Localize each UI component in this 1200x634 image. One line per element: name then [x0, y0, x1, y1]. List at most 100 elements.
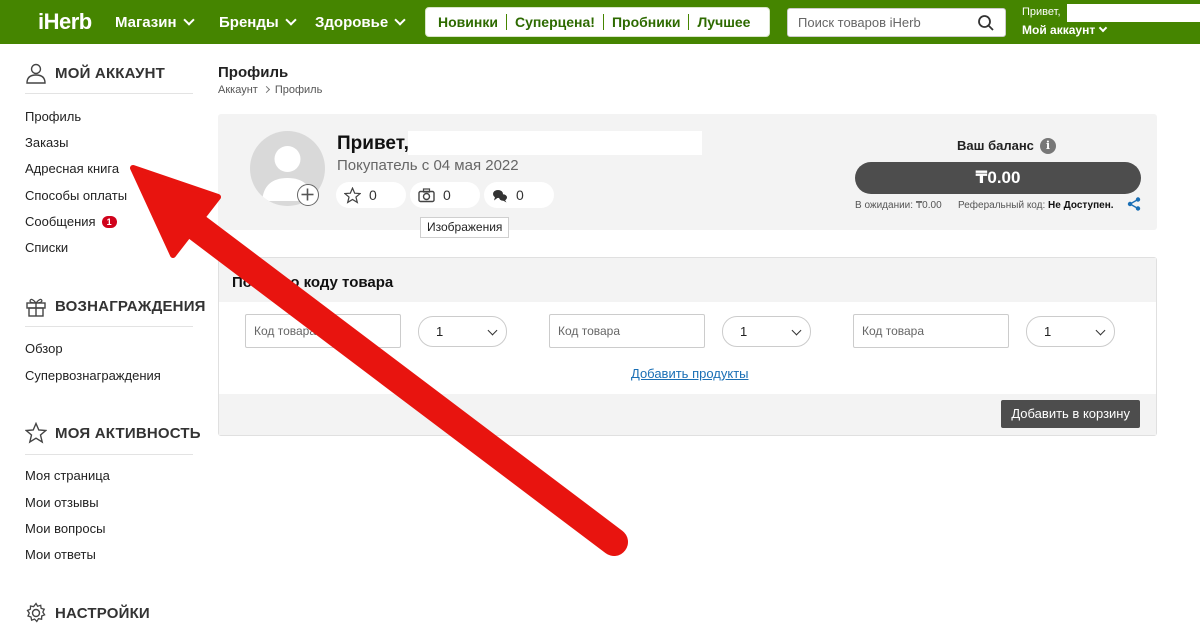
quick-order-header: Поиск по коду товара — [219, 258, 1156, 302]
sidebar-item-orders[interactable]: Заказы — [25, 135, 68, 150]
chevron-down-icon — [487, 325, 498, 336]
referral-code: Реферальный код: Не Доступен. — [958, 200, 1114, 211]
images-tooltip: Изображения — [420, 217, 510, 238]
section-title[interactable]: НАСТРОЙКИ — [55, 605, 150, 622]
breadcrumb: Аккаунт Профиль — [218, 84, 322, 96]
chevron-down-icon — [791, 325, 802, 336]
answers-count-pill[interactable]: 0 — [484, 182, 554, 208]
promo-super-price[interactable]: Суперцена! — [507, 14, 604, 30]
sidebar-item-my-questions[interactable]: Мои вопросы — [25, 521, 105, 536]
sidebar-item-label: Сообщения — [25, 214, 96, 229]
add-to-cart-button[interactable]: Добавить в корзину — [1001, 400, 1140, 428]
breadcrumb-account[interactable]: Аккаунт — [218, 84, 258, 96]
sidebar-item-lists[interactable]: Списки — [25, 240, 68, 255]
add-photo-button[interactable] — [297, 184, 319, 206]
product-code-input[interactable] — [853, 314, 1009, 348]
sidebar-item-super-rewards[interactable]: Супервознаграждения — [25, 368, 161, 383]
nav-health-label: Здоровье — [315, 14, 389, 31]
sidebar-item-my-reviews[interactable]: Мои отзывы — [25, 495, 99, 510]
chevron-down-icon — [1098, 23, 1108, 33]
quick-order-title: Поиск по коду товара — [232, 274, 394, 291]
gear-icon — [26, 602, 46, 623]
nav-health[interactable]: Здоровье — [315, 14, 406, 31]
pending-balance: В ожидании: ₸0.00 — [855, 200, 942, 211]
section-title: МОЯ АКТИВНОСТЬ — [55, 424, 201, 442]
search-icon[interactable] — [977, 14, 995, 32]
gift-icon — [26, 298, 46, 317]
quantity-value: 1 — [1044, 324, 1052, 339]
sidebar-item-address-book[interactable]: Адресная книга — [25, 161, 119, 176]
promo-samples[interactable]: Пробники — [604, 14, 690, 30]
profile-card: Привет, Покупатель с 04 мая 2022 0 0 0 И… — [218, 114, 1157, 238]
add-products-link[interactable]: Добавить продукты — [631, 366, 749, 381]
product-code-input[interactable] — [549, 314, 705, 348]
nav-shop-label: Магазин — [115, 14, 177, 31]
quantity-select[interactable]: 1 — [418, 316, 507, 347]
redacted-username — [1067, 4, 1200, 22]
my-account-label: Мой аккаунт — [1022, 23, 1096, 37]
chevron-down-icon — [1095, 325, 1106, 336]
search-box — [787, 8, 1006, 37]
star-icon — [25, 422, 47, 444]
quantity-value: 1 — [740, 324, 748, 339]
referral-label: Реферальный код: — [958, 200, 1046, 211]
section-my-activity: МОЯ АКТИВНОСТЬ — [25, 422, 201, 444]
referral-value: Не Доступен. — [1048, 200, 1114, 211]
balance-label: Ваш баланс — [957, 138, 1034, 153]
promo-links: Новинки Суперцена! Пробники Лучшее — [425, 7, 770, 37]
chat-bubbles-icon — [493, 189, 507, 202]
quick-order-card: Поиск по коду товара 1 1 1 Добавить прод… — [218, 257, 1157, 436]
section-title: МОЙ АККАУНТ — [55, 64, 166, 82]
balance-button[interactable]: ₸0.00 — [855, 162, 1141, 194]
iherb-logo[interactable]: iHerb — [38, 9, 92, 35]
unread-badge: 1 — [101, 216, 117, 228]
customer-since: Покупатель с 04 мая 2022 — [337, 157, 519, 174]
section-rewards: ВОЗНАГРАЖДЕНИЯ — [25, 295, 206, 317]
chevron-down-icon — [182, 14, 195, 26]
divider — [25, 326, 193, 327]
profile-greeting: Привет, — [337, 133, 409, 154]
user-icon — [26, 63, 46, 84]
share-icon[interactable] — [1127, 197, 1141, 211]
promo-best[interactable]: Лучшее — [689, 14, 758, 30]
search-input[interactable] — [788, 9, 968, 36]
sidebar-item-messages[interactable]: Сообщения 1 — [25, 214, 117, 229]
reviews-count: 0 — [369, 187, 377, 203]
breadcrumb-profile: Профиль — [274, 84, 323, 96]
divider — [25, 93, 193, 94]
info-icon[interactable]: i — [1040, 138, 1056, 154]
divider — [25, 454, 193, 455]
top-navigation-bar: iHerb Магазин Бренды Здоровье Новинки Су… — [0, 0, 1200, 44]
quantity-select[interactable]: 1 — [1026, 316, 1115, 347]
redacted-name — [408, 131, 702, 155]
product-code-input[interactable] — [245, 314, 401, 348]
quick-order-footer: Добавить в корзину — [219, 394, 1156, 435]
sidebar-item-overview[interactable]: Обзор — [25, 341, 63, 356]
chevron-down-icon — [285, 14, 297, 26]
chevron-right-icon — [262, 85, 270, 94]
camera-icon — [418, 187, 435, 202]
sidebar-item-my-page[interactable]: Моя страница — [25, 468, 110, 483]
nav-shop[interactable]: Магазин — [115, 14, 195, 31]
promo-new[interactable]: Новинки — [430, 14, 507, 30]
star-icon — [344, 186, 361, 204]
reviews-count-pill[interactable]: 0 — [336, 182, 406, 208]
nav-brands[interactable]: Бренды — [219, 14, 297, 31]
quantity-value: 1 — [436, 324, 444, 339]
chevron-down-icon — [394, 14, 406, 26]
section-my-account: МОЙ АККАУНТ — [25, 62, 165, 84]
sidebar-item-my-answers[interactable]: Мои ответы — [25, 547, 96, 562]
images-count: 0 — [443, 187, 451, 203]
nav-brands-label: Бренды — [219, 14, 279, 31]
greeting-text: Привет, — [1022, 6, 1061, 18]
quantity-select[interactable]: 1 — [722, 316, 811, 347]
section-title: ВОЗНАГРАЖДЕНИЯ — [55, 297, 206, 315]
images-count-pill[interactable]: 0 — [410, 182, 480, 208]
answers-count: 0 — [516, 187, 524, 203]
section-settings: НАСТРОЙКИ — [25, 602, 150, 624]
plus-icon — [301, 188, 314, 201]
my-account-menu[interactable]: Мой аккаунт — [1022, 23, 1108, 37]
sidebar-item-payment-methods[interactable]: Способы оплаты — [25, 188, 127, 203]
page-title: Профиль — [218, 64, 289, 81]
sidebar-item-profile[interactable]: Профиль — [25, 109, 81, 124]
